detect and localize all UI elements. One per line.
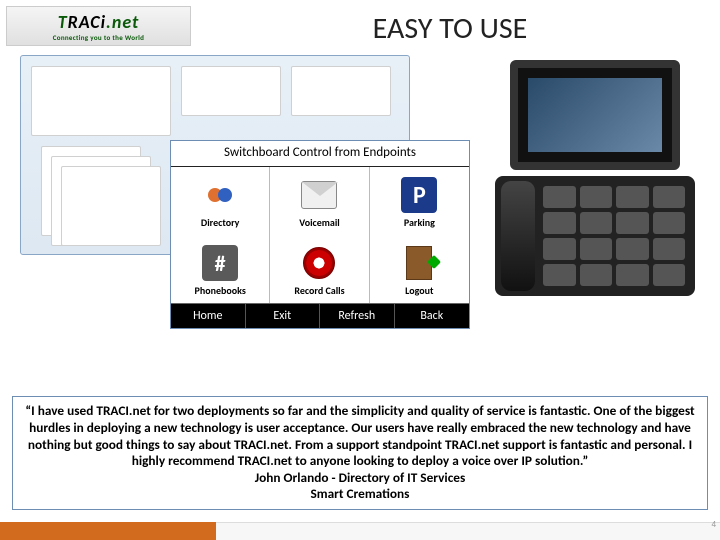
menu-item-record-calls[interactable]: Record Calls	[270, 235, 369, 303]
testimonial-company: Smart Cremations	[311, 485, 410, 502]
softkey-exit[interactable]: Exit	[246, 304, 321, 328]
phone-screen	[510, 60, 680, 170]
envelope-icon	[301, 177, 337, 213]
brand-name: TRACi.net	[58, 11, 140, 33]
people-icon	[202, 177, 238, 213]
menu-item-voicemail[interactable]: Voicemail	[270, 167, 369, 235]
menu-item-phonebooks[interactable]: # Phonebooks	[171, 235, 270, 303]
softkey-back[interactable]: Back	[395, 304, 470, 328]
handset-icon	[501, 181, 535, 291]
menu-label: Record Calls	[294, 284, 344, 297]
hash-icon: #	[202, 245, 238, 281]
menu-item-logout[interactable]: Logout	[370, 235, 469, 303]
menu-label: Directory	[201, 216, 240, 229]
softkey-row: Home Exit Refresh Back	[171, 304, 469, 328]
testimonial-quote: “I have used TRACI.net for two deploymen…	[25, 402, 694, 469]
brand-tagline: Connecting you to the World	[53, 33, 144, 42]
footer-accent-bar	[0, 522, 216, 540]
switchboard-heading: Switchboard Control from Endpoints	[171, 141, 469, 167]
menu-label: Logout	[405, 284, 433, 297]
page-number: 4	[711, 519, 716, 530]
menu-label: Voicemail	[299, 216, 339, 229]
slide-title: EASY TO USE	[200, 10, 700, 47]
testimonial-author: John Orlando - Directory of IT Services	[255, 469, 466, 486]
menu-label: Phonebooks	[195, 284, 246, 297]
parking-icon: P	[401, 177, 437, 213]
phone-base	[495, 176, 695, 296]
switchboard-panel: Switchboard Control from Endpoints Direc…	[170, 140, 470, 329]
logout-icon	[401, 245, 437, 281]
softkey-refresh[interactable]: Refresh	[320, 304, 395, 328]
switchboard-grid: Directory Voicemail P Parking # Phoneboo…	[171, 167, 469, 304]
video-phone-image	[490, 60, 700, 300]
testimonial-box: “I have used TRACI.net for two deploymen…	[12, 396, 708, 510]
brand-logo: TRACi.net Connecting you to the World	[6, 6, 191, 46]
menu-label: Parking	[404, 216, 435, 229]
menu-item-parking[interactable]: P Parking	[370, 167, 469, 235]
softkey-home[interactable]: Home	[171, 304, 246, 328]
phone-keypad	[541, 176, 695, 296]
record-icon	[301, 245, 337, 281]
menu-item-directory[interactable]: Directory	[171, 167, 270, 235]
footer-bar	[216, 522, 720, 540]
